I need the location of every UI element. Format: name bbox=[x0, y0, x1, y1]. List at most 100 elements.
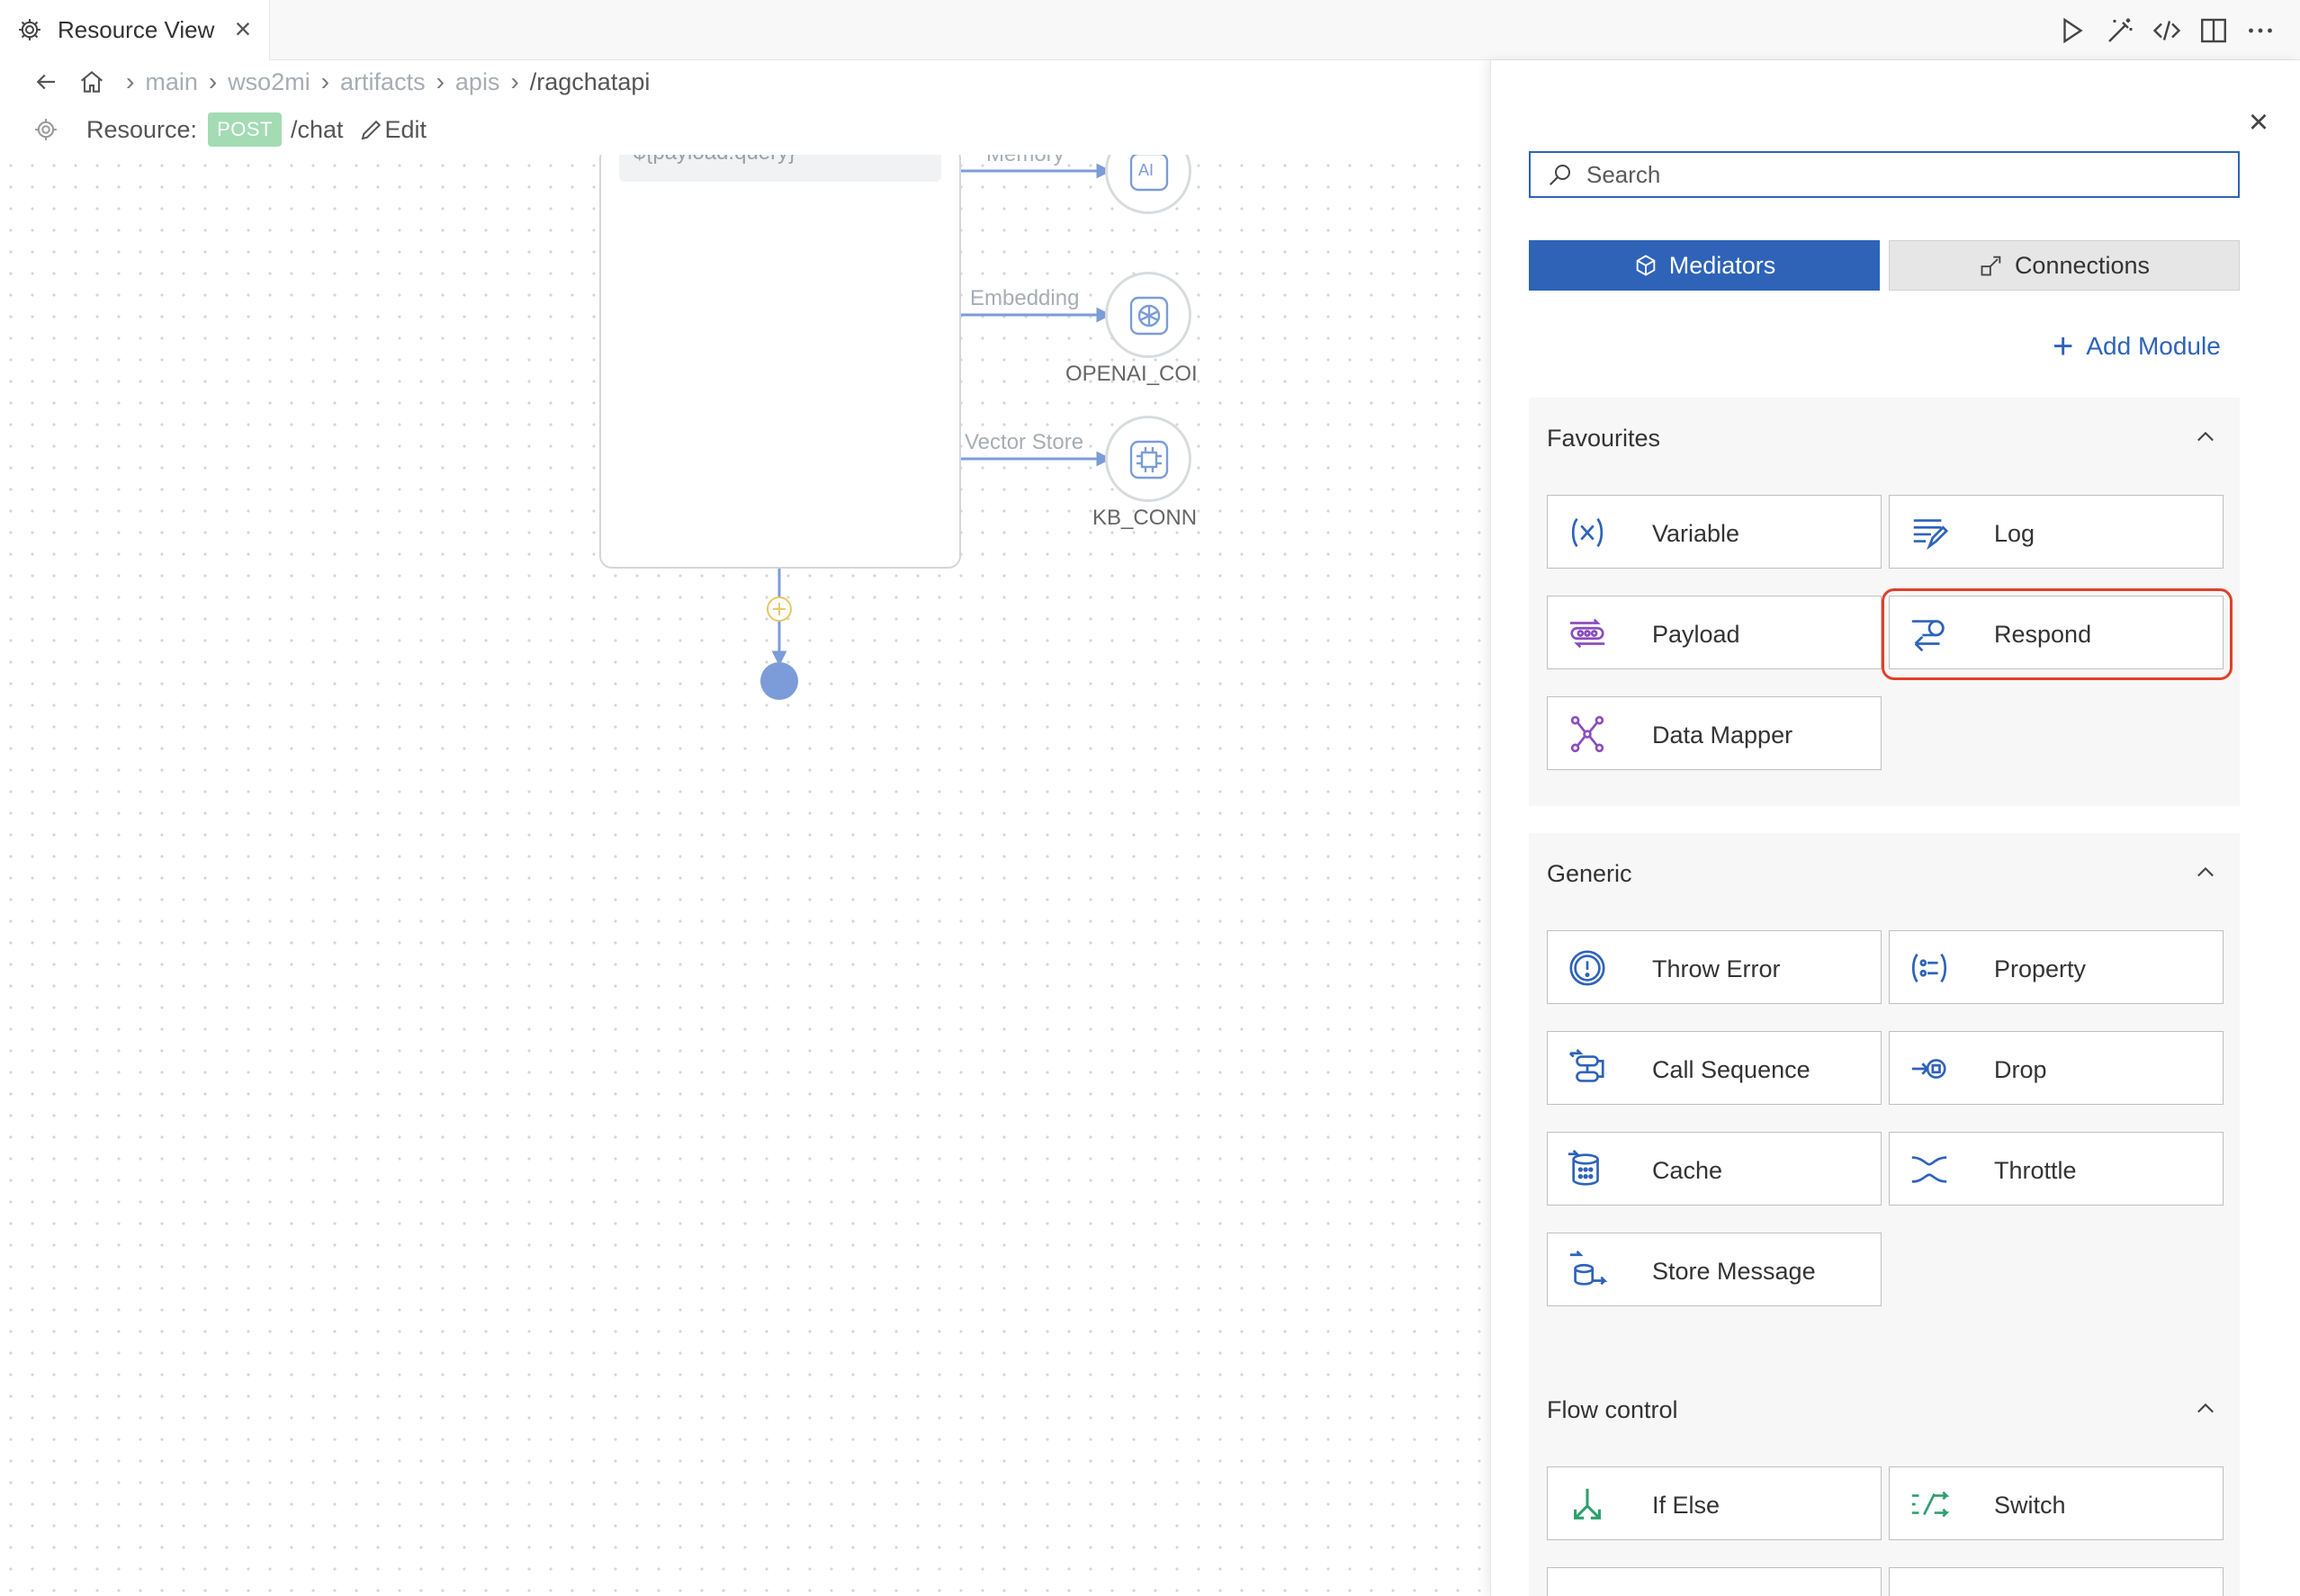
mediator-call-sequence[interactable]: Call Sequence bbox=[1547, 1031, 1882, 1105]
throttle-icon bbox=[1911, 1156, 1947, 1183]
tab-title: Resource View bbox=[58, 16, 215, 43]
mediator-label: Variable bbox=[1652, 520, 1740, 547]
tab-connections-label: Connections bbox=[2014, 251, 2151, 279]
switch-icon bbox=[1911, 1491, 1950, 1518]
mediator-label: Log bbox=[1994, 520, 2035, 547]
edge-label-vector-store: Vector Store bbox=[965, 430, 1084, 455]
section-title: Favourites bbox=[1547, 425, 1661, 452]
tab-mediators-label: Mediators bbox=[1668, 251, 1776, 279]
resource-label: Resource: bbox=[86, 115, 198, 143]
more-actions-icon[interactable] bbox=[2244, 14, 2277, 47]
chevron-up-icon[interactable] bbox=[2193, 425, 2218, 450]
close-tab-icon[interactable]: × bbox=[229, 14, 256, 43]
breadcrumb-item[interactable]: apis bbox=[455, 68, 500, 96]
tab-mediators[interactable]: Mediators bbox=[1529, 240, 1880, 291]
mediator-next-row[interactable] bbox=[1889, 1567, 2224, 1596]
resource-path: /chat bbox=[290, 115, 344, 143]
breadcrumb-item[interactable]: main bbox=[145, 68, 198, 96]
breadcrumb-separator: › bbox=[436, 67, 445, 95]
add-module-label: Add Module bbox=[2086, 332, 2221, 360]
log-icon bbox=[1913, 519, 1949, 551]
mediator-property[interactable]: Property bbox=[1889, 930, 2224, 1004]
back-arrow-icon[interactable] bbox=[32, 68, 59, 95]
chevron-up-icon[interactable] bbox=[2193, 860, 2218, 885]
mediator-label: Call Sequence bbox=[1652, 1056, 1810, 1083]
mediator-throttle[interactable]: Throttle bbox=[1889, 1132, 2224, 1206]
chip-icon bbox=[1129, 440, 1169, 480]
plug-icon bbox=[1981, 256, 2001, 276]
split-editor-icon[interactable] bbox=[2197, 14, 2230, 47]
tab-resource-view[interactable]: Resource View × bbox=[0, 0, 270, 60]
add-module-button[interactable]: + Add Module bbox=[2053, 327, 2221, 366]
drop-icon bbox=[1911, 1059, 1946, 1079]
payload-icon bbox=[1569, 618, 1605, 649]
plus-icon: + bbox=[2053, 327, 2074, 366]
mediator-palette-panel: × Mediators Connections + Add Module Fav… bbox=[1490, 60, 2300, 1596]
breadcrumb-separator: › bbox=[208, 67, 218, 95]
mediator-label: Store Message bbox=[1652, 1258, 1816, 1285]
edge-label-embedding: Embedding bbox=[970, 286, 1080, 311]
kb-connection-label: KB_CONN bbox=[1092, 506, 1198, 530]
section-title: Generic bbox=[1547, 860, 1632, 887]
run-icon[interactable] bbox=[2055, 14, 2088, 47]
ai-icon: AI bbox=[1129, 155, 1169, 192]
breadcrumb-item[interactable]: artifacts bbox=[340, 68, 426, 96]
breadcrumb-item[interactable]: wso2mi bbox=[228, 68, 310, 96]
search-input[interactable] bbox=[1586, 160, 2216, 189]
mediator-data-mapper[interactable]: Data Mapper bbox=[1547, 696, 1882, 770]
mediator-label: Payload bbox=[1652, 621, 1740, 648]
if-else-icon bbox=[1574, 1488, 1601, 1520]
mediator-cache[interactable]: Cache bbox=[1547, 1132, 1882, 1206]
tab-connections[interactable]: Connections bbox=[1889, 240, 2240, 291]
mediator-variable[interactable]: Variable bbox=[1547, 495, 1882, 569]
search-icon bbox=[1550, 165, 1570, 185]
openai-connection-label: OPENAI_COI bbox=[1065, 362, 1198, 386]
property-icon bbox=[1911, 953, 1947, 983]
mediator-label: If Else bbox=[1652, 1492, 1721, 1519]
resource-header: Resource: POST /chat Edit bbox=[32, 110, 427, 149]
mediator-label: Data Mapper bbox=[1652, 722, 1793, 749]
mediator-label: Throttle bbox=[1994, 1157, 2077, 1184]
pencil-icon bbox=[361, 120, 381, 140]
edit-label: Edit bbox=[384, 115, 427, 143]
mediator-label: Switch bbox=[1994, 1492, 2066, 1519]
section-favourites: Favourites Variable Log Payload Respond bbox=[1529, 398, 2240, 806]
breadcrumb: › main › wso2mi › artifacts › apis › /ra… bbox=[32, 63, 650, 101]
kb-connection-node[interactable] bbox=[1105, 416, 1191, 502]
diagram-edges bbox=[760, 163, 1112, 700]
search-box[interactable] bbox=[1529, 151, 2240, 198]
mediator-throw-error[interactable]: Throw Error bbox=[1547, 930, 1882, 1004]
mediator-label: Cache bbox=[1652, 1157, 1723, 1184]
call-sequence-icon bbox=[1568, 1048, 1604, 1082]
openai-icon bbox=[1129, 296, 1169, 336]
edge-label-memory: Memory bbox=[986, 155, 1065, 167]
mediator-store-message[interactable]: Store Message bbox=[1547, 1233, 1882, 1306]
resource-gear-icon bbox=[35, 119, 57, 140]
magic-wand-icon[interactable] bbox=[2104, 14, 2136, 47]
mediator-log[interactable]: Log bbox=[1889, 495, 2224, 569]
mediator-label: Property bbox=[1994, 955, 2087, 982]
openai-connection-node[interactable] bbox=[1105, 272, 1191, 358]
mediator-next-row[interactable] bbox=[1547, 1567, 1882, 1596]
home-icon[interactable] bbox=[77, 67, 106, 96]
edit-button[interactable]: Edit bbox=[358, 116, 427, 144]
mediator-label: Drop bbox=[1994, 1056, 2047, 1083]
mediator-switch[interactable]: Switch bbox=[1889, 1466, 2224, 1540]
close-panel-icon[interactable]: × bbox=[2243, 105, 2274, 139]
mediator-payload[interactable]: Payload bbox=[1547, 596, 1882, 669]
chevron-up-icon[interactable] bbox=[2193, 1396, 2218, 1421]
mediator-drop[interactable]: Drop bbox=[1889, 1031, 2224, 1105]
breadcrumb-separator: › bbox=[320, 67, 330, 95]
mediator-if-else[interactable]: If Else bbox=[1547, 1466, 1882, 1540]
mediator-label: Throw Error bbox=[1652, 955, 1781, 982]
breadcrumb-separator: › bbox=[510, 67, 519, 95]
method-badge: POST bbox=[208, 112, 282, 147]
breadcrumb-separator: › bbox=[126, 67, 135, 95]
breadcrumb-current: /ragchatapi bbox=[529, 67, 651, 95]
code-icon[interactable] bbox=[2151, 14, 2183, 47]
section-flow-control: Flow control If Else Switch bbox=[1529, 1369, 2240, 1596]
section-generic: Generic Throw Error Property Call Sequen… bbox=[1529, 833, 2240, 1400]
diagram-canvas[interactable]: ${payload.query} Memory Embedding Vector… bbox=[0, 155, 1490, 1596]
svg-text:AI: AI bbox=[1138, 161, 1154, 179]
cube-icon bbox=[1636, 255, 1655, 276]
